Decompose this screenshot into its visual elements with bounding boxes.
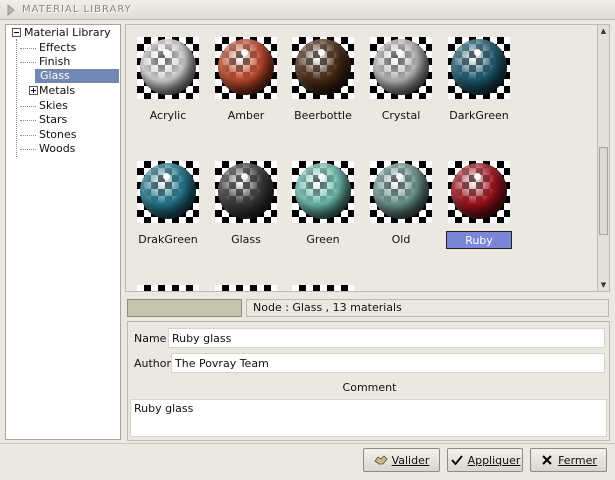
material-name: Acrylic bbox=[149, 109, 187, 122]
scroll-up-icon[interactable]: ▲ bbox=[598, 25, 609, 37]
material-preview bbox=[215, 37, 277, 99]
validate-label: Valider bbox=[391, 453, 430, 467]
handshake-icon bbox=[374, 453, 388, 467]
apply-label: Appliquer bbox=[467, 453, 521, 467]
sphere-preview bbox=[451, 39, 507, 95]
material-preview bbox=[370, 161, 432, 223]
material-preview bbox=[215, 161, 277, 223]
tree-item-metals[interactable]: Metals bbox=[39, 84, 75, 98]
material-name: Old bbox=[391, 233, 411, 246]
material-tile[interactable]: Amber bbox=[215, 37, 277, 125]
tree-item-woods[interactable]: Woods bbox=[20, 142, 76, 156]
tree-item-label: Finish bbox=[39, 55, 71, 68]
material-details: Name Author Comment Ruby glass bbox=[127, 321, 610, 441]
grid-scrollbar[interactable]: ▲ ▼ bbox=[597, 24, 610, 292]
material-preview bbox=[292, 285, 354, 291]
tree-item-label: Stones bbox=[39, 128, 77, 141]
close-button[interactable]: Fermer bbox=[530, 448, 607, 472]
metals-expand-icon[interactable] bbox=[29, 86, 38, 95]
scroll-thumb[interactable] bbox=[599, 147, 608, 235]
material-preview bbox=[292, 37, 354, 99]
material-preview bbox=[448, 37, 510, 99]
category-tree[interactable]: Material Library Effects Finish Glass Me… bbox=[5, 24, 121, 440]
author-field[interactable] bbox=[171, 353, 605, 373]
sphere-preview bbox=[295, 39, 351, 95]
tree-root[interactable]: Material Library bbox=[24, 26, 111, 40]
sphere-preview bbox=[451, 163, 507, 219]
material-tile[interactable]: Green bbox=[292, 161, 354, 249]
sphere-preview bbox=[373, 163, 429, 219]
material-tile[interactable]: Glass bbox=[215, 161, 277, 249]
material-tile-partial[interactable] bbox=[215, 285, 277, 291]
close-label: Fermer bbox=[558, 453, 597, 467]
material-name: Ruby bbox=[446, 231, 512, 249]
close-icon bbox=[540, 453, 554, 467]
material-tile[interactable]: Acrylic bbox=[137, 37, 199, 125]
root-collapse-icon[interactable] bbox=[12, 28, 21, 37]
material-name: Green bbox=[306, 233, 340, 246]
tree-item-finish[interactable]: Finish bbox=[20, 55, 71, 69]
sphere-preview bbox=[373, 39, 429, 95]
apply-button[interactable]: Appliquer bbox=[447, 448, 523, 472]
tree-item-label: Skies bbox=[39, 99, 68, 112]
comment-field[interactable]: Ruby glass bbox=[130, 399, 607, 437]
material-name: Beerbottle bbox=[294, 109, 352, 122]
sphere-preview bbox=[140, 163, 196, 219]
tree-item-label: Woods bbox=[39, 142, 76, 155]
material-tile-selected[interactable]: Ruby bbox=[446, 161, 512, 249]
material-tile[interactable]: DrakGreen bbox=[137, 161, 199, 249]
material-preview bbox=[292, 161, 354, 223]
tree-root-label: Material Library bbox=[24, 26, 111, 39]
author-label: Author bbox=[134, 357, 172, 370]
window-menu-icon[interactable] bbox=[6, 3, 16, 16]
material-tile-partial[interactable] bbox=[292, 285, 354, 291]
material-name: Crystal bbox=[381, 109, 421, 122]
material-preview bbox=[137, 37, 199, 99]
sphere-preview bbox=[218, 163, 274, 219]
tree-item-label: Glass bbox=[40, 69, 70, 82]
button-divider bbox=[0, 443, 615, 444]
material-name: Glass bbox=[231, 233, 261, 246]
checkmark-icon bbox=[450, 453, 464, 467]
tree-item-stars[interactable]: Stars bbox=[20, 113, 68, 127]
tree-guide-line bbox=[16, 39, 17, 157]
sphere-preview bbox=[140, 39, 196, 95]
material-preview bbox=[137, 161, 199, 223]
material-tile[interactable]: Beerbottle bbox=[292, 37, 354, 125]
scroll-down-icon[interactable]: ▼ bbox=[598, 279, 609, 291]
title-bar: MATERIAL LIBRARY bbox=[0, 0, 615, 20]
tree-item-skies[interactable]: Skies bbox=[20, 99, 68, 113]
material-tile-partial[interactable] bbox=[137, 285, 199, 291]
node-status: Node : Glass , 13 materials bbox=[246, 299, 609, 317]
tree-item-effects[interactable]: Effects bbox=[20, 41, 77, 55]
material-tile[interactable]: DarkGreen bbox=[448, 37, 510, 125]
material-preview bbox=[370, 37, 432, 99]
material-name: DrakGreen bbox=[138, 233, 198, 246]
material-preview bbox=[448, 161, 510, 223]
name-field[interactable] bbox=[168, 328, 605, 348]
material-preview bbox=[215, 285, 277, 291]
material-preview bbox=[137, 285, 199, 291]
material-tile[interactable]: Crystal bbox=[370, 37, 432, 125]
tree-item-stones[interactable]: Stones bbox=[20, 128, 77, 142]
material-tile[interactable]: Old bbox=[370, 161, 432, 249]
sphere-preview bbox=[295, 163, 351, 219]
progress-indicator bbox=[127, 299, 242, 317]
material-name: Amber bbox=[227, 109, 265, 122]
window-title: MATERIAL LIBRARY bbox=[22, 4, 132, 15]
material-grid[interactable]: Acrylic Amber Beerbottle Crystal DarkGre… bbox=[125, 24, 598, 292]
comment-label: Comment bbox=[342, 381, 397, 394]
material-name: DarkGreen bbox=[449, 109, 509, 122]
tree-item-label: Metals bbox=[39, 84, 76, 97]
tree-item-glass[interactable]: Glass bbox=[35, 69, 119, 83]
name-label: Name bbox=[134, 332, 167, 345]
validate-button[interactable]: Valider bbox=[363, 448, 440, 472]
tree-item-label: Effects bbox=[39, 41, 77, 54]
sphere-preview bbox=[218, 39, 274, 95]
tree-item-label: Stars bbox=[39, 113, 68, 126]
